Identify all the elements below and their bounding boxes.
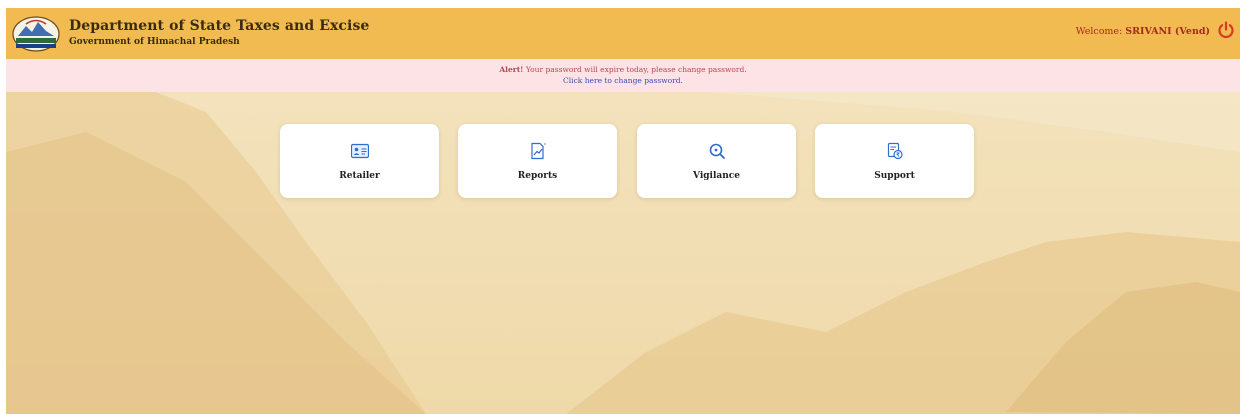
- support-rupee-doc-icon: ₹: [887, 142, 903, 160]
- alert-message: Alert! Your password will expire today, …: [6, 64, 1240, 75]
- card-label-retailer: Retailer: [339, 171, 380, 181]
- page-title: Department of State Taxes and Excise: [69, 18, 370, 34]
- report-chart-icon: [530, 142, 545, 160]
- id-card-icon: [350, 143, 369, 159]
- vigilance-card[interactable]: Vigilance: [637, 124, 796, 198]
- alert-text: Your password will expire today, please …: [523, 65, 747, 74]
- retailer-card[interactable]: Retailer: [280, 124, 439, 198]
- card-label-support: Support: [874, 171, 915, 181]
- welcome-text: Welcome: SRIVANI (Vend): [1076, 26, 1210, 37]
- magnifier-icon: [709, 143, 725, 159]
- himachal-emblem-icon: [12, 16, 60, 52]
- card-label-vigilance: Vigilance: [693, 171, 740, 181]
- alert-label: Alert!: [499, 65, 524, 74]
- support-card[interactable]: ₹ Support: [815, 124, 974, 198]
- password-alert: Alert! Your password will expire today, …: [6, 59, 1240, 92]
- svg-text:₹: ₹: [896, 152, 900, 159]
- power-icon[interactable]: [1216, 20, 1236, 40]
- app-frame: Department of State Taxes and Excise Gov…: [6, 8, 1240, 414]
- reports-card[interactable]: Reports: [458, 124, 617, 198]
- card-label-reports: Reports: [517, 171, 558, 181]
- mountain-background: [6, 92, 1240, 414]
- welcome-user: SRIVANI (Vend): [1125, 26, 1210, 37]
- top-header: Department of State Taxes and Excise Gov…: [6, 8, 1240, 59]
- change-password-link[interactable]: Click here to change password.: [6, 75, 1240, 86]
- page-subtitle: Government of Himachal Pradesh: [69, 37, 240, 47]
- welcome-prefix: Welcome:: [1075, 26, 1126, 37]
- mountain-landscape-image: [6, 92, 1240, 414]
